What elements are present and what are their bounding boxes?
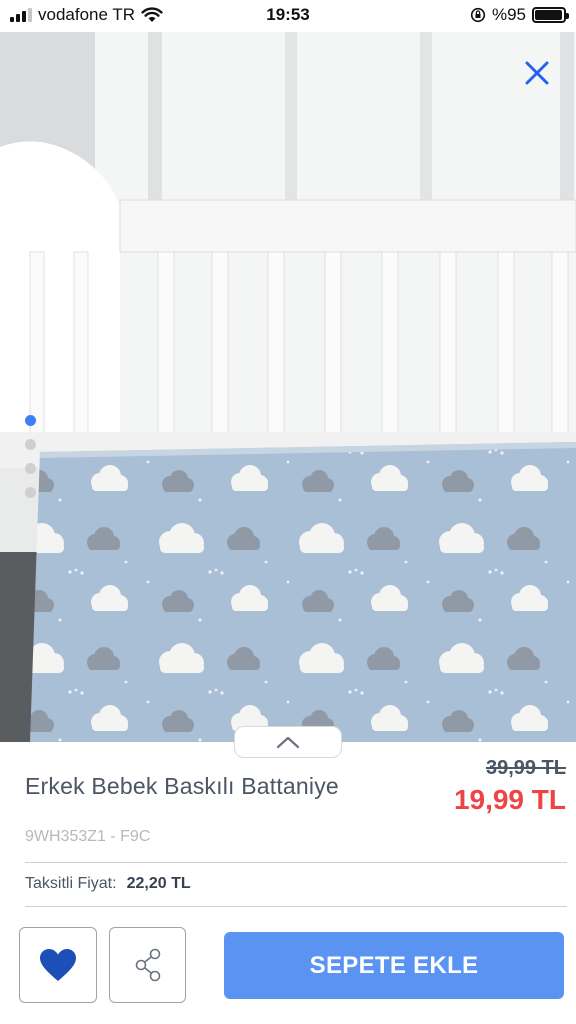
- share-icon: [135, 948, 160, 982]
- orientation-lock-icon: [470, 7, 486, 23]
- divider: [25, 862, 567, 863]
- installment-row: Taksitli Fiyat: 22,20 TL: [25, 875, 191, 893]
- close-icon[interactable]: [522, 58, 552, 88]
- product-image-gallery[interactable]: [0, 32, 576, 742]
- installment-price: 22,20 TL: [126, 875, 191, 892]
- battery-icon: [532, 7, 569, 23]
- favorite-button[interactable]: [19, 927, 97, 1003]
- chevron-up-icon: [276, 736, 300, 749]
- product-photo: [0, 32, 576, 742]
- battery-level: [535, 10, 562, 20]
- product-title: Erkek Bebek Baskılı Battaniye: [25, 773, 339, 799]
- battery-percent: %95: [491, 5, 526, 24]
- gallery-pagination: [25, 415, 36, 498]
- status-right: %95: [470, 5, 569, 25]
- share-button[interactable]: [109, 927, 186, 1003]
- product-sku: 9WH353Z1 - F9C: [25, 828, 151, 845]
- heart-icon: [40, 949, 76, 981]
- expand-details-button[interactable]: [234, 726, 342, 758]
- gallery-dot[interactable]: [25, 463, 36, 474]
- status-bar: vodafone TR 19:53 %95: [0, 0, 576, 32]
- installment-label: Taksitli Fiyat:: [25, 875, 117, 892]
- divider: [25, 906, 567, 907]
- add-to-cart-button[interactable]: SEPETE EKLE: [224, 932, 564, 999]
- gallery-dot[interactable]: [25, 415, 36, 426]
- old-price: 39,99 TL: [485, 757, 566, 779]
- gallery-dot[interactable]: [25, 439, 36, 450]
- gallery-dot[interactable]: [25, 487, 36, 498]
- sale-price: 19,99 TL: [453, 784, 566, 815]
